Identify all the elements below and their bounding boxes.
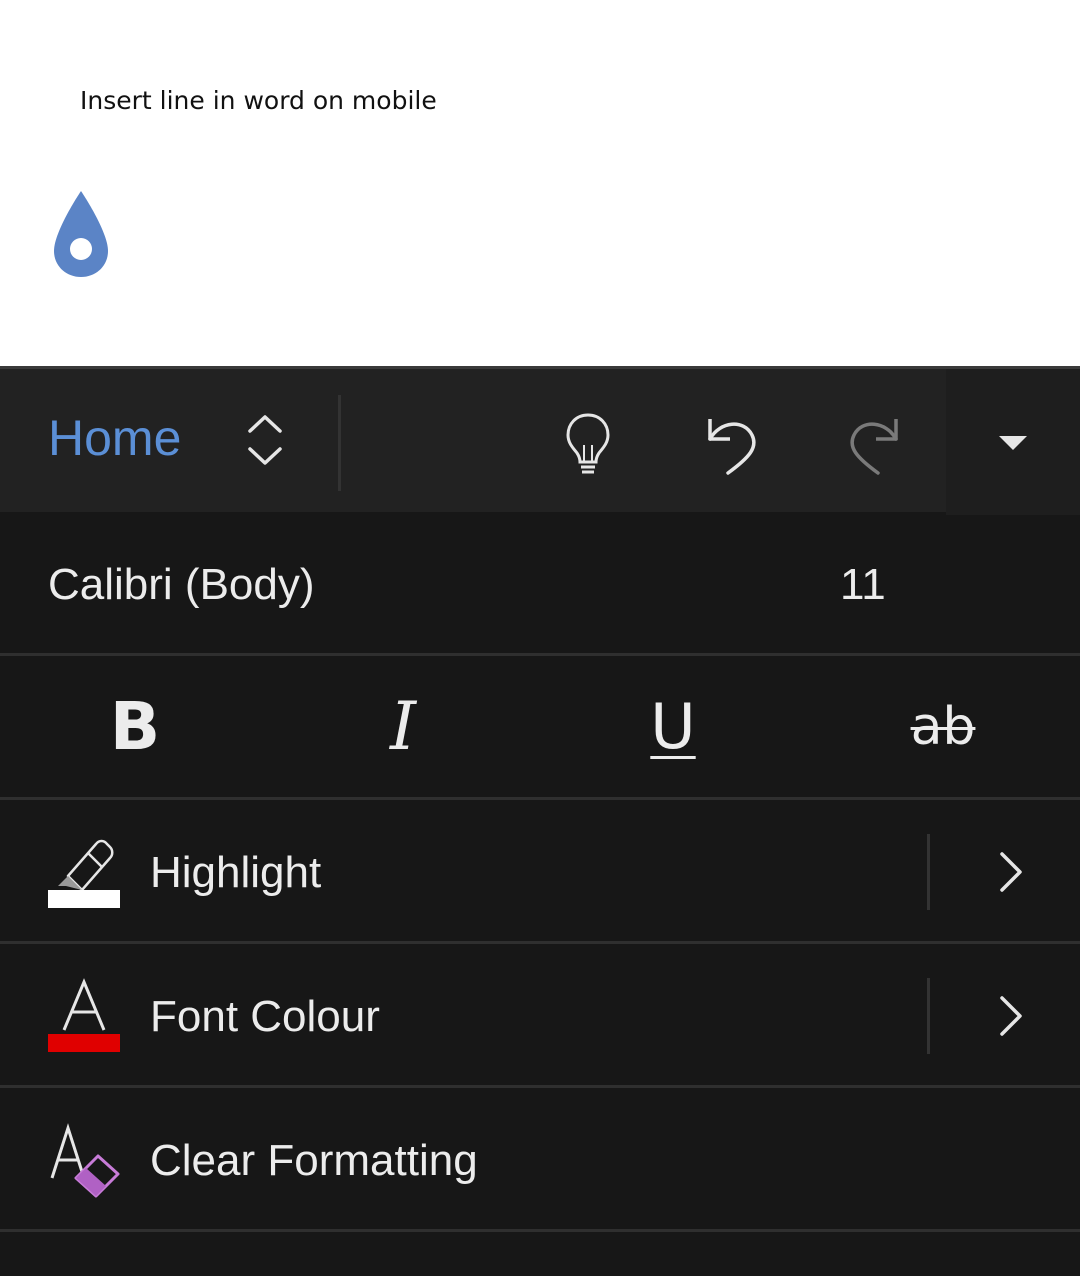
- clear-formatting-row[interactable]: Clear Formatting: [0, 1088, 1080, 1232]
- italic-icon: I: [389, 688, 417, 765]
- font-color-icon: [48, 978, 120, 1052]
- font-size-selector[interactable]: 11: [840, 560, 886, 610]
- font-colour-row[interactable]: Font Colour: [0, 944, 1080, 1088]
- chevron-right-icon[interactable]: [990, 992, 1030, 1040]
- document-canvas[interactable]: Insert line in word on mobile: [0, 0, 1080, 366]
- font-row: Calibri (Body) 11: [0, 512, 1080, 656]
- clear-formatting-label: Clear Formatting: [150, 1136, 478, 1185]
- tab-home[interactable]: Home: [48, 409, 181, 467]
- cursor-handle-icon[interactable]: [52, 189, 110, 279]
- bold-icon: B: [109, 688, 161, 765]
- more-commands-button[interactable]: [946, 369, 1080, 515]
- highlight-row[interactable]: Highlight: [0, 800, 1080, 944]
- tab-switch-icon[interactable]: [242, 409, 288, 471]
- font-name-selector[interactable]: Calibri (Body): [48, 560, 315, 610]
- dropdown-icon: [999, 436, 1027, 450]
- lightbulb-icon[interactable]: [558, 409, 618, 475]
- italic-button[interactable]: I: [303, 656, 503, 797]
- clear-formatting-icon: [50, 1123, 120, 1198]
- formatting-row: B I U ab: [0, 656, 1080, 800]
- highlight-label: Highlight: [150, 848, 322, 897]
- list-divider: [927, 834, 930, 910]
- ribbon-toolbar: Home: [0, 366, 1080, 515]
- chevron-right-icon[interactable]: [990, 848, 1030, 896]
- undo-icon[interactable]: [700, 409, 760, 475]
- list-divider: [927, 978, 930, 1054]
- underline-button[interactable]: U: [573, 656, 773, 797]
- toolbar-divider: [338, 395, 341, 491]
- highlighter-icon: [48, 839, 120, 908]
- document-text[interactable]: Insert line in word on mobile: [80, 86, 437, 115]
- underline-icon: U: [650, 690, 696, 763]
- bold-button[interactable]: B: [35, 656, 235, 797]
- redo-icon[interactable]: [846, 409, 906, 475]
- strikethrough-icon: ab: [910, 696, 976, 757]
- strikethrough-button[interactable]: ab: [843, 656, 1043, 797]
- font-colour-label: Font Colour: [150, 992, 380, 1041]
